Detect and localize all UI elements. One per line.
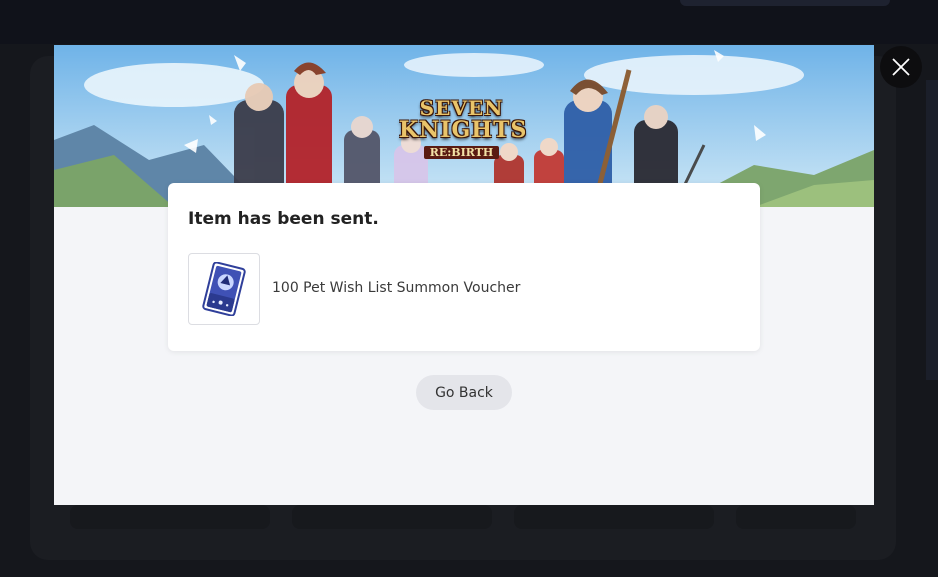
logo-subtitle: RE:BIRTH [423, 146, 500, 159]
dialog-title: Item has been sent. [188, 209, 379, 229]
seven-knights-logo: SEVEN KNIGHTS RE:BIRTH [399, 96, 528, 160]
background-slot [736, 505, 856, 529]
background-slot [70, 505, 270, 529]
go-back-button[interactable]: Go Back [416, 375, 512, 410]
item-name: 100 Pet Wish List Summon Voucher [272, 280, 521, 296]
logo-title-line2: KNIGHTS [399, 117, 528, 143]
close-icon [892, 58, 910, 76]
background-slot [514, 505, 714, 529]
background-slot [292, 505, 492, 529]
item-sent-card: Item has been sent. 100 Pet Wish List Su… [168, 183, 760, 351]
background-top-bar [0, 0, 938, 44]
summon-voucher-card-icon [202, 262, 246, 316]
background-side-strip [926, 80, 938, 380]
item-thumbnail [188, 253, 260, 325]
close-button[interactable] [880, 46, 922, 88]
logo-title-line1: SEVEN [419, 96, 504, 120]
background-header-pill [680, 0, 890, 6]
